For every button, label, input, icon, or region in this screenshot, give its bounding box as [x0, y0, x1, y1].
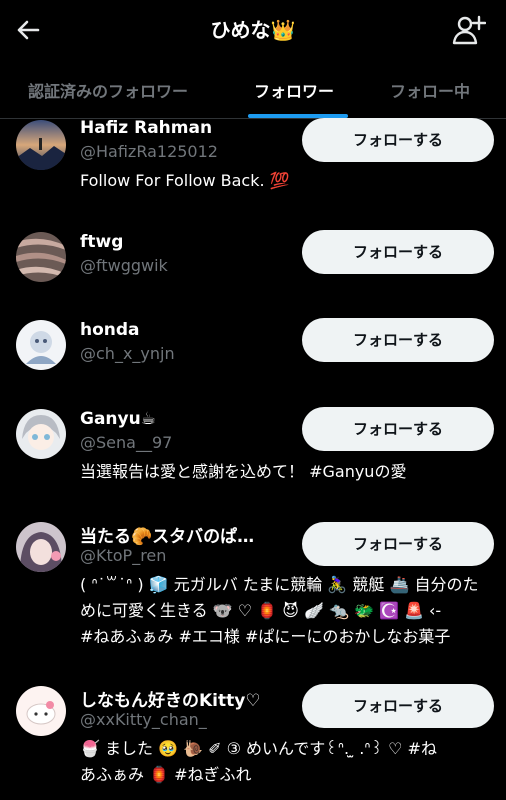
bio-line: Follow For Follow Back. 💯 [80, 171, 290, 190]
follow-button[interactable]: フォローする [302, 230, 494, 274]
tab-bar: 認証済みのフォロワー フォロワー フォロー中 [0, 62, 506, 119]
user-name[interactable]: 当たる🥐スタバのぱ… [80, 522, 254, 547]
bio-line: ( ᐢ˙꒳˙ᐢ ) 🧊 元ガルバ たまに競輪 🚴‍♀️ 競艇 🚢 自分のた [80, 575, 479, 594]
bio-line: 当選報告は愛と感謝を込めて！ #Ganyuの愛 [80, 462, 407, 481]
crown-emoji: 👑 [270, 18, 296, 42]
user-handle: @Sena__97 [80, 433, 173, 452]
user-name[interactable]: しなもん好きのKitty♡ [80, 686, 261, 711]
user-name[interactable]: Ganyu☕ [80, 409, 156, 429]
tab-followers[interactable]: フォロワー [254, 78, 334, 102]
follower-list: Hafiz Rahman @HafizRa125012 Follow For F… [0, 118, 506, 800]
add-user-icon[interactable] [452, 14, 486, 46]
avatar[interactable] [16, 409, 66, 459]
avatar[interactable] [16, 686, 66, 736]
follow-button[interactable]: フォローする [302, 407, 494, 451]
user-name[interactable]: Hafiz Rahman [80, 118, 212, 138]
user-bio: ( ᐢ˙꒳˙ᐢ ) 🧊 元ガルバ たまに競輪 🚴‍♀️ 競艇 🚢 自分のた めに… [80, 572, 492, 650]
follow-button[interactable]: フォローする [302, 318, 494, 362]
bio-line: #ねあふぁみ #エコ様 #ぱにーにのおかしなお菓子 [80, 627, 451, 646]
follow-button[interactable]: フォローする [302, 684, 494, 728]
profile-name: ひめな [210, 18, 271, 42]
avatar[interactable] [16, 232, 66, 282]
user-handle: @ch_x_ynjn [80, 344, 175, 363]
user-name[interactable]: ftwg [80, 232, 123, 252]
user-bio: Follow For Follow Back. 💯 [80, 168, 492, 194]
avatar[interactable] [16, 320, 66, 370]
user-handle: @xxKitty_chan_ [80, 710, 207, 729]
follow-button[interactable]: フォローする [302, 118, 494, 162]
user-name[interactable]: honda [80, 320, 140, 340]
avatar[interactable] [16, 120, 66, 170]
tab-verified-followers[interactable]: 認証済みのフォロワー [28, 78, 188, 102]
bio-line: あふぁみ 🏮 #ねぎふれ [80, 765, 252, 784]
user-bio: 🍧 ました 🥹 🐌 ✐ ③ めいんです꒰ᐢ. ̫ .ᐢ꒱ ♡ #ね あふぁみ 🏮… [80, 736, 492, 788]
bio-line: 🍧 ました 🥹 🐌 ✐ ③ めいんです꒰ᐢ. ̫ .ᐢ꒱ ♡ #ね [80, 739, 437, 758]
avatar[interactable] [16, 522, 66, 572]
bio-line: めに可愛く生きる 🐨 ♡ 🏮 😈 🪽 🐀 🐲 ☪️ 🚨 ‹- [80, 601, 442, 620]
user-bio: 当選報告は愛と感謝を込めて！ #Ganyuの愛 [80, 459, 492, 485]
page-title: ひめな👑 [0, 14, 506, 43]
user-handle: @ftwggwik [80, 256, 168, 275]
tab-following[interactable]: フォロー中 [390, 78, 470, 102]
follow-button[interactable]: フォローする [302, 522, 494, 566]
user-handle: @HafizRa125012 [80, 142, 218, 161]
top-bar: ひめな👑 [0, 0, 506, 62]
user-handle: @KtoP_ren [80, 546, 167, 565]
